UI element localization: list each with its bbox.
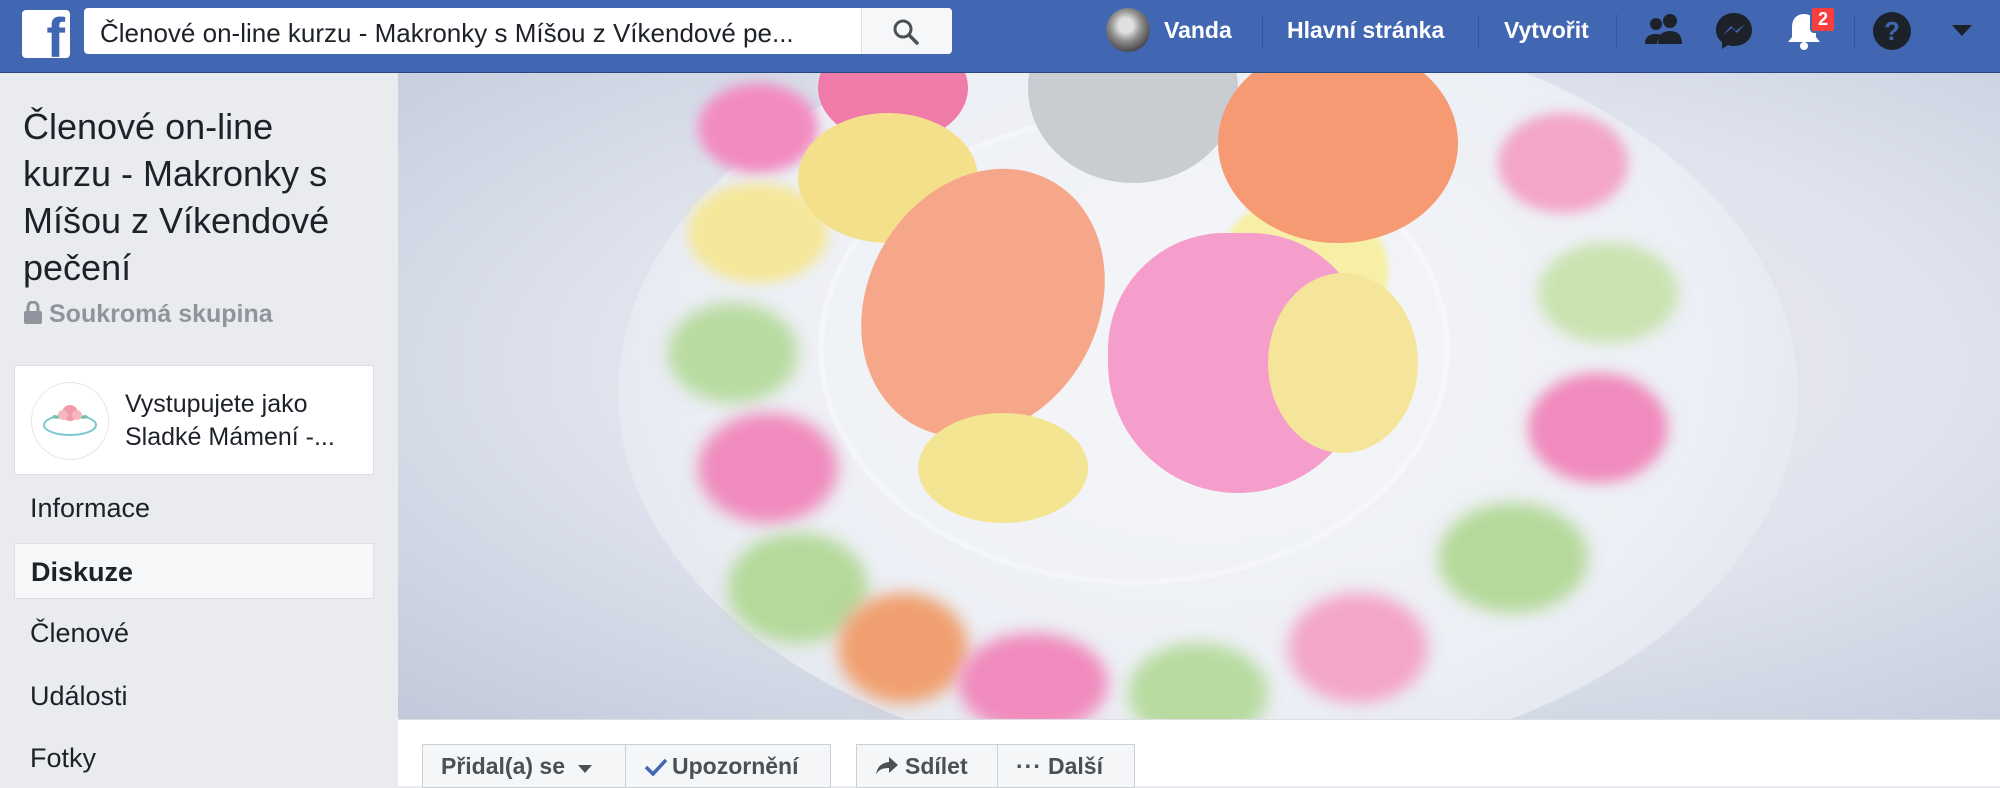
macaron bbox=[1268, 273, 1418, 453]
macaron bbox=[1538, 243, 1678, 343]
checkmark-icon bbox=[644, 758, 668, 777]
notification-badge: 2 bbox=[1810, 6, 1837, 33]
svg-text:?: ? bbox=[1884, 16, 1900, 46]
macaron bbox=[1498, 113, 1628, 213]
share-arrow-icon bbox=[876, 757, 898, 775]
acting-as-text: Vystupujete jako Sladké Mámení -... bbox=[125, 390, 335, 451]
nav-divider bbox=[1478, 14, 1479, 48]
search-icon bbox=[893, 19, 919, 45]
caret-down-icon bbox=[578, 765, 593, 773]
macaron bbox=[1438, 503, 1588, 613]
notifications-button[interactable]: Upozornění bbox=[625, 744, 831, 788]
macaron bbox=[698, 83, 818, 173]
search-box[interactable]: Členové on-line kurzu - Makronky s Míšou… bbox=[84, 8, 952, 54]
create-link[interactable]: Vytvořit bbox=[1504, 17, 1589, 44]
sidebar-item-informace[interactable]: Informace bbox=[14, 480, 374, 536]
home-link[interactable]: Hlavní stránka bbox=[1287, 17, 1444, 44]
acting-as-card[interactable]: Vystupujete jako Sladké Mámení -... bbox=[14, 365, 374, 475]
nav-divider bbox=[1616, 14, 1617, 48]
messenger-icon[interactable] bbox=[1713, 10, 1755, 52]
group-title[interactable]: Členové on-line kurzu - Makronky s Míšou… bbox=[23, 103, 363, 291]
chevron-down-icon[interactable] bbox=[1951, 24, 1973, 38]
help-icon[interactable]: ? bbox=[1871, 10, 1913, 52]
joined-button[interactable]: Přidal(a) se bbox=[422, 744, 626, 788]
sidebar-item-udalosti[interactable]: Události bbox=[14, 668, 374, 724]
macaron bbox=[1288, 593, 1428, 703]
search-button[interactable] bbox=[861, 8, 952, 54]
share-button[interactable]: Sdílet bbox=[856, 744, 998, 788]
macaron bbox=[838, 593, 968, 703]
friends-icon[interactable] bbox=[1642, 10, 1686, 50]
macaron bbox=[698, 413, 838, 523]
macaron bbox=[918, 413, 1088, 523]
lock-icon bbox=[24, 300, 42, 324]
more-button[interactable]: ··· Další bbox=[997, 744, 1135, 788]
share-label: Sdílet bbox=[905, 753, 968, 779]
sidebar-item-clenove[interactable]: Členové bbox=[14, 605, 374, 661]
macaron bbox=[1528, 373, 1668, 483]
top-navigation-bar: f Členové on-line kurzu - Makronky s Míš… bbox=[0, 0, 2000, 73]
nav-divider bbox=[1262, 14, 1263, 48]
macaron bbox=[668, 303, 798, 403]
joined-label: Přidal(a) se bbox=[441, 753, 565, 779]
sidebar-item-fotky[interactable]: Fotky bbox=[14, 730, 374, 786]
more-label: Další bbox=[1047, 753, 1103, 779]
more-dots-icon: ··· bbox=[1016, 753, 1042, 779]
page-logo bbox=[31, 382, 109, 460]
group-sidebar: Členové on-line kurzu - Makronky s Míšou… bbox=[0, 73, 398, 785]
group-action-bar: Přidal(a) se Upozornění Sdílet ··· Další bbox=[398, 719, 2000, 788]
facebook-logo[interactable]: f bbox=[22, 10, 70, 58]
profile-link[interactable]: Vanda bbox=[1164, 17, 1232, 44]
search-input[interactable]: Členové on-line kurzu - Makronky s Míšou… bbox=[100, 18, 940, 49]
privacy-label: Soukromá skupina bbox=[23, 300, 273, 329]
sidebar-item-diskuze[interactable]: Diskuze bbox=[14, 543, 374, 599]
group-cover-photo[interactable] bbox=[398, 73, 2000, 719]
user-avatar[interactable] bbox=[1106, 8, 1150, 52]
privacy-text: Soukromá skupina bbox=[49, 300, 273, 328]
nav-divider bbox=[1854, 14, 1855, 48]
notifications-label: Upozornění bbox=[672, 753, 799, 779]
